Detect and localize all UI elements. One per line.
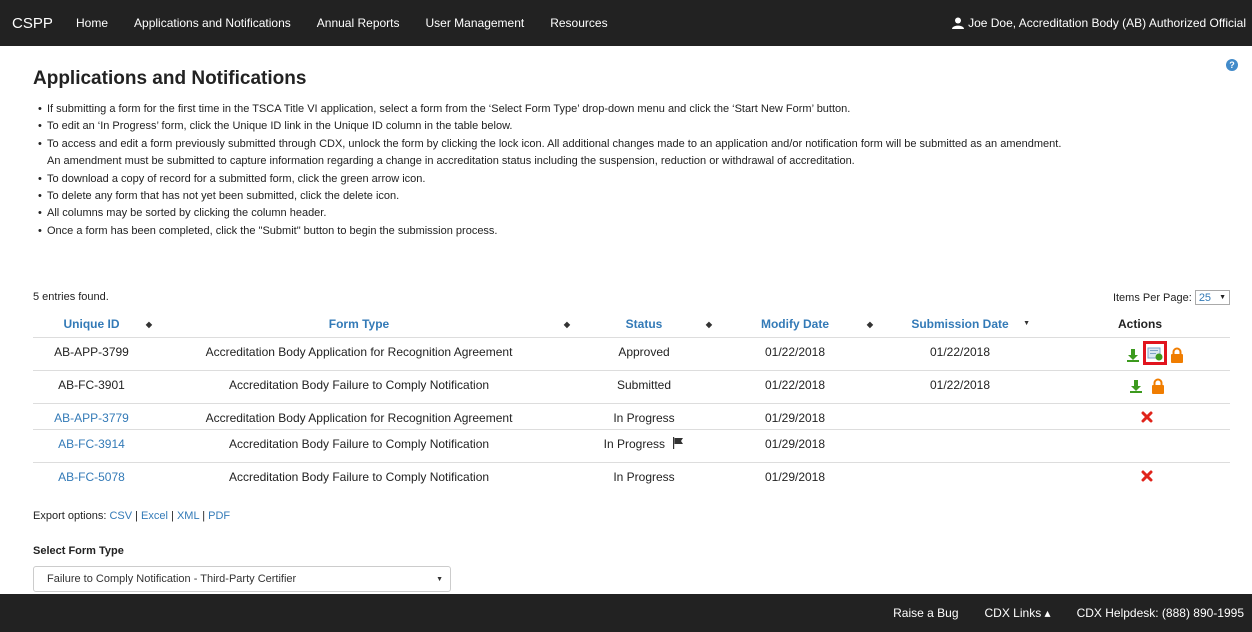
edit-form-button[interactable] [1143,340,1167,365]
unique-id-link[interactable]: AB-FC-3914 [33,428,150,462]
actions-cell [1050,369,1230,403]
user-name: Joe Doe, Accreditation Body (AB) Authori… [968,16,1246,30]
nav-applications-and-notifications[interactable]: Applications and Notifications [134,16,291,30]
header-modify-date[interactable]: Modify Date ◆ [720,311,873,337]
unique-id-cell: AB-APP-3799 [33,336,150,370]
status-cell: In Progress [568,461,720,495]
status-cell: In Progress [568,402,720,429]
help-icon[interactable]: ? [1226,59,1238,71]
sort-icon: ▼ [1023,320,1030,327]
unique-id-cell: AB-FC-3901 [33,369,150,403]
lock-icon[interactable] [1150,378,1166,394]
instructions-list: If submitting a form for the first time … [38,101,1228,241]
select-form-type-label: Select Form Type [33,545,124,557]
table-row: AB-FC-3914 Accreditation Body Failure to… [33,428,1230,462]
delete-icon[interactable] [1141,470,1153,482]
instruction-item: All columns may be sorted by clicking th… [38,205,1228,223]
page-title: Applications and Notifications [33,68,307,89]
actions-cell [1050,428,1230,462]
nav-user-management[interactable]: User Management [426,16,525,30]
instruction-item: If submitting a form for the first time … [38,101,1228,119]
sort-icon: ◆ [705,320,712,329]
table-row: AB-APP-3799 Accreditation Body Applicati… [33,336,1230,370]
entries-count: 5 entries found. [33,291,109,303]
table-row: AB-FC-3901 Accreditation Body Failure to… [33,369,1230,403]
actions-cell [1050,461,1230,495]
items-per-page-value: 25 [1198,291,1212,304]
chevron-down-icon: ▼ [436,576,443,583]
cdx-links-menu[interactable]: CDX Links ▴ [985,606,1051,620]
submission-date-cell [870,428,1050,462]
forms-table: Unique ID ◆ Form Type ◆ Status ◆ Modify Dat… [33,311,1230,495]
nav-home[interactable]: Home [76,16,108,30]
unique-id-link[interactable]: AB-APP-3779 [33,402,150,429]
table-header-row: Unique ID ◆ Form Type ◆ Status ◆ Modify Dat… [33,311,1230,337]
header-submission-date[interactable]: Submission Date ▼ [870,311,1050,337]
top-navbar: CSPP Home Applications and Notifications… [0,0,1252,46]
actions-cell [1050,402,1230,429]
status-text: In Progress [603,436,665,451]
table-row: AB-FC-5078 Accreditation Body Failure to… [33,461,1230,495]
table-row: AB-APP-3779 Accreditation Body Applicati… [33,402,1230,429]
nav-annual-reports[interactable]: Annual Reports [317,16,400,30]
header-actions: Actions [1117,316,1162,331]
submission-date-cell [870,461,1050,495]
header-form-type[interactable]: Form Type ◆ [150,311,570,337]
export-xml-link[interactable]: XML [177,510,199,522]
form-type-cell: Accreditation Body Failure to Comply Not… [150,461,568,495]
submission-date-cell: 01/22/2018 [870,369,1050,403]
nav-resources[interactable]: Resources [550,16,607,30]
delete-icon[interactable] [1141,411,1153,423]
modify-date-cell: 01/29/2018 [720,402,870,429]
modify-date-cell: 01/22/2018 [720,369,870,403]
user-menu[interactable]: Joe Doe, Accreditation Body (AB) Authori… [952,16,1246,30]
user-icon [952,17,965,29]
form-type-cell: Accreditation Body Application for Recog… [150,402,568,429]
instruction-item: Once a form has been completed, click th… [38,223,1228,241]
instruction-item: To download a copy of record for a submi… [38,171,1228,189]
cdx-helpdesk-text: CDX Helpdesk: (888) 890-1995 [1076,606,1244,620]
export-options: Export options: CSV | Excel | XML | PDF [33,510,231,522]
export-label: Export options: [33,510,107,522]
items-per-page: Items Per Page: 25 ▼ [1113,290,1230,305]
download-icon[interactable] [1128,378,1144,394]
form-type-cell: Accreditation Body Failure to Comply Not… [150,428,568,462]
header-unique-id[interactable]: Unique ID ◆ [33,311,153,337]
export-excel-link[interactable]: Excel [141,510,168,522]
instruction-item: To access and edit a form previously sub… [38,136,1228,154]
brand-logo[interactable]: CSPP [0,15,76,32]
items-per-page-select[interactable]: 25 ▼ [1194,290,1230,305]
instruction-item: To edit an ‘In Progress’ form, click the… [38,118,1228,136]
flag-icon [673,436,684,449]
edit-form-icon [1147,347,1163,360]
instruction-item: An amendment must be submitted to captur… [47,155,855,168]
export-pdf-link[interactable]: PDF [208,510,230,522]
header-status[interactable]: Status ◆ [568,311,720,337]
form-type-selected: Failure to Comply Notification - Third-P… [47,573,297,585]
modify-date-cell: 01/22/2018 [720,336,870,370]
submission-date-cell: 01/22/2018 [870,336,1050,370]
form-type-cell: Accreditation Body Failure to Comply Not… [150,369,568,403]
modify-date-cell: 01/29/2018 [720,461,870,495]
status-cell: In Progress [568,428,720,462]
form-type-cell: Accreditation Body Application for Recog… [150,336,568,370]
download-icon[interactable] [1125,347,1141,363]
items-per-page-label: Items Per Page: [1112,291,1192,304]
export-csv-link[interactable]: CSV [109,510,132,522]
lock-icon[interactable] [1169,347,1185,363]
actions-cell [1050,336,1230,370]
modify-date-cell: 01/29/2018 [720,428,870,462]
instruction-item: To delete any form that has not yet been… [38,188,1228,206]
form-type-select[interactable]: Failure to Comply Notification - Third-P… [33,566,451,592]
raise-a-bug-link[interactable]: Raise a Bug [893,606,958,620]
chevron-down-icon: ▼ [1219,294,1226,301]
unique-id-link[interactable]: AB-FC-5078 [33,461,150,495]
footer-bar: Raise a Bug CDX Links ▴ CDX Helpdesk: (8… [0,594,1252,632]
status-cell: Submitted [568,369,720,403]
status-cell: Approved [568,336,720,370]
submission-date-cell [870,402,1050,429]
